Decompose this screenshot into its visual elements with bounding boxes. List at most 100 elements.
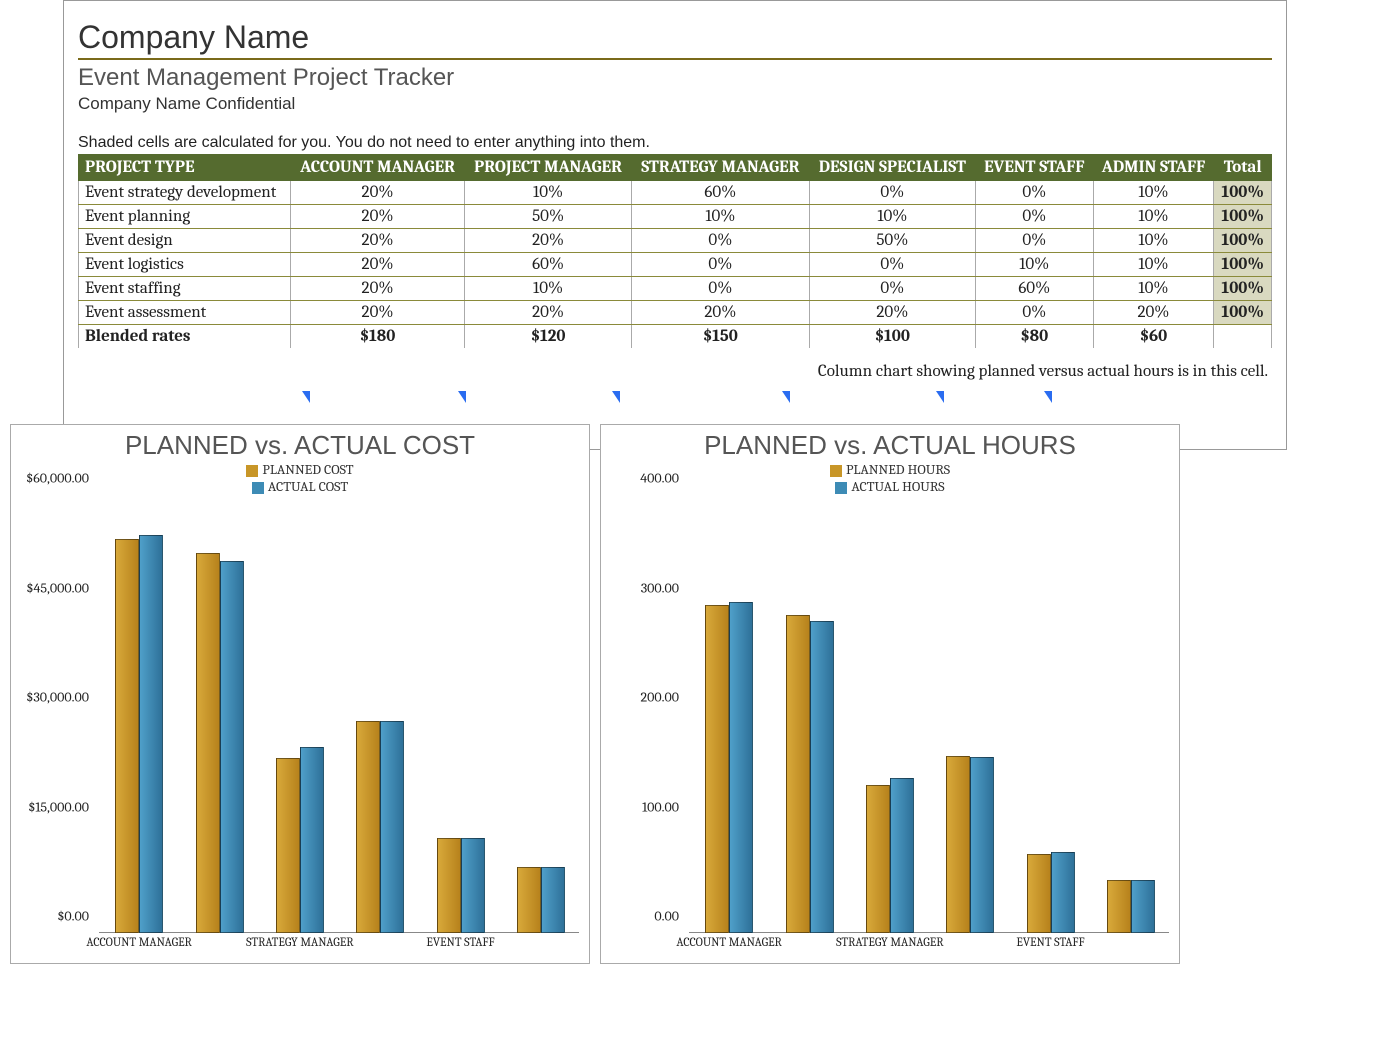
y-tick-label: $0.00: [57, 908, 89, 925]
table-row: Event planning20%50%10%10%0%10%100%: [79, 205, 1272, 229]
cell-value[interactable]: 20%: [290, 205, 464, 229]
bar-planned: [866, 785, 890, 933]
swatch-actual-icon: [835, 482, 847, 494]
row-label: Event planning: [79, 205, 291, 229]
bar-planned: [786, 615, 810, 933]
cell-value[interactable]: 10%: [1093, 277, 1214, 301]
comment-indicators: [78, 391, 1272, 409]
row-label: Event logistics: [79, 253, 291, 277]
x-tick-label: ACCOUNT MANAGER: [86, 935, 192, 949]
bar-actual: [1051, 852, 1075, 933]
cell-value[interactable]: 0%: [809, 277, 975, 301]
cell-value[interactable]: 20%: [290, 229, 464, 253]
cell-rate[interactable]: $100: [809, 325, 975, 349]
x-tick-label: EVENT STAFF: [1016, 935, 1084, 949]
y-tick-label: $15,000.00: [28, 798, 89, 815]
x-tick-label: ACCOUNT MANAGER: [676, 935, 782, 949]
cell-value[interactable]: 0%: [809, 181, 975, 205]
cell-value[interactable]: 20%: [1093, 301, 1214, 325]
x-tick-label: STRATEGY MANAGER: [246, 935, 353, 949]
cell-value[interactable]: 20%: [290, 301, 464, 325]
cell-value[interactable]: 10%: [465, 181, 632, 205]
bar-actual: [970, 757, 994, 933]
y-axis: 0.00100.00200.00300.00400.00: [601, 495, 685, 933]
cell-value[interactable]: 10%: [1093, 205, 1214, 229]
cell-value[interactable]: 0%: [632, 277, 810, 301]
cell-value[interactable]: 10%: [1093, 229, 1214, 253]
cell-rate[interactable]: $60: [1093, 325, 1214, 349]
bar-actual: [810, 621, 834, 933]
swatch-planned-icon: [246, 465, 258, 477]
x-axis: ACCOUNT MANAGERSTRATEGY MANAGEREVENT STA…: [99, 935, 579, 953]
cell-rate[interactable]: $120: [465, 325, 632, 349]
bar-actual: [461, 838, 485, 933]
cell-value[interactable]: 10%: [1093, 253, 1214, 277]
cell-value[interactable]: 60%: [975, 277, 1093, 301]
plot-area: [689, 495, 1169, 933]
bar-planned: [437, 838, 461, 933]
cell-value[interactable]: 50%: [465, 205, 632, 229]
col-design-specialist: DESIGN SPECIALIST: [809, 155, 975, 181]
cell-value[interactable]: 20%: [465, 229, 632, 253]
bar-actual: [1131, 880, 1155, 933]
cell-value[interactable]: 20%: [290, 181, 464, 205]
row-label: Event strategy development: [79, 181, 291, 205]
cell-value[interactable]: 0%: [975, 205, 1093, 229]
table-row: Event staffing20%10%0%0%60%10%100%: [79, 277, 1272, 301]
col-event-staff: EVENT STAFF: [975, 155, 1093, 181]
cell-value[interactable]: 10%: [809, 205, 975, 229]
cell-value[interactable]: 0%: [632, 229, 810, 253]
cell-value[interactable]: 0%: [975, 181, 1093, 205]
bar-planned: [946, 756, 970, 933]
document-container: Company Name Event Management Project Tr…: [63, 0, 1287, 450]
col-project-type: PROJECT TYPE: [79, 155, 291, 181]
col-total: Total: [1214, 155, 1272, 181]
cell-value[interactable]: 20%: [465, 301, 632, 325]
confidential-label: Company Name Confidential: [78, 94, 1272, 114]
col-admin-staff: ADMIN STAFF: [1093, 155, 1214, 181]
bar-actual: [890, 778, 914, 933]
y-tick-label: 200.00: [641, 689, 679, 706]
cell-total: 100%: [1214, 229, 1272, 253]
col-strategy-manager: STRATEGY MANAGER: [632, 155, 810, 181]
allocation-table: PROJECT TYPEACCOUNT MANAGERPROJECT MANAG…: [78, 154, 1272, 348]
cell-rate[interactable]: $150: [632, 325, 810, 349]
x-axis: ACCOUNT MANAGERSTRATEGY MANAGEREVENT STA…: [689, 935, 1169, 953]
cell-value[interactable]: 20%: [290, 277, 464, 301]
axis-line: [689, 932, 1169, 933]
cell-value[interactable]: 60%: [465, 253, 632, 277]
bar-planned: [1027, 854, 1051, 933]
row-label: Event design: [79, 229, 291, 253]
cell-value[interactable]: 10%: [1093, 181, 1214, 205]
row-label: Blended rates: [79, 325, 291, 349]
cell-value[interactable]: 60%: [632, 181, 810, 205]
bar-actual: [380, 721, 404, 933]
bar-planned: [276, 758, 300, 933]
cell-value[interactable]: 0%: [975, 229, 1093, 253]
bar-planned: [115, 539, 139, 933]
cell-value[interactable]: 20%: [809, 301, 975, 325]
cell-total: 100%: [1214, 253, 1272, 277]
bar-actual: [541, 867, 565, 933]
chart-cost: PLANNED vs. ACTUAL COSTPLANNED COSTACTUA…: [10, 424, 590, 964]
cell-value[interactable]: 0%: [975, 301, 1093, 325]
cell-value[interactable]: 20%: [632, 301, 810, 325]
x-tick-label: EVENT STAFF: [426, 935, 494, 949]
cell-value[interactable]: 10%: [465, 277, 632, 301]
y-tick-label: 100.00: [642, 798, 679, 815]
bar-actual: [729, 602, 753, 933]
cell-value[interactable]: 20%: [290, 253, 464, 277]
x-tick-label: STRATEGY MANAGER: [836, 935, 943, 949]
cell-rate[interactable]: $180: [290, 325, 464, 349]
bar-planned: [705, 605, 729, 934]
cell-value[interactable]: 0%: [632, 253, 810, 277]
chart-caption: Column chart showing planned versus actu…: [78, 362, 1272, 381]
bar-planned: [1107, 880, 1131, 933]
cell-value[interactable]: 10%: [632, 205, 810, 229]
cell-value[interactable]: 50%: [809, 229, 975, 253]
cell-value[interactable]: 10%: [975, 253, 1093, 277]
y-tick-label: 300.00: [641, 579, 679, 596]
cell-total: 100%: [1214, 181, 1272, 205]
cell-value[interactable]: 0%: [809, 253, 975, 277]
cell-rate[interactable]: $80: [975, 325, 1093, 349]
